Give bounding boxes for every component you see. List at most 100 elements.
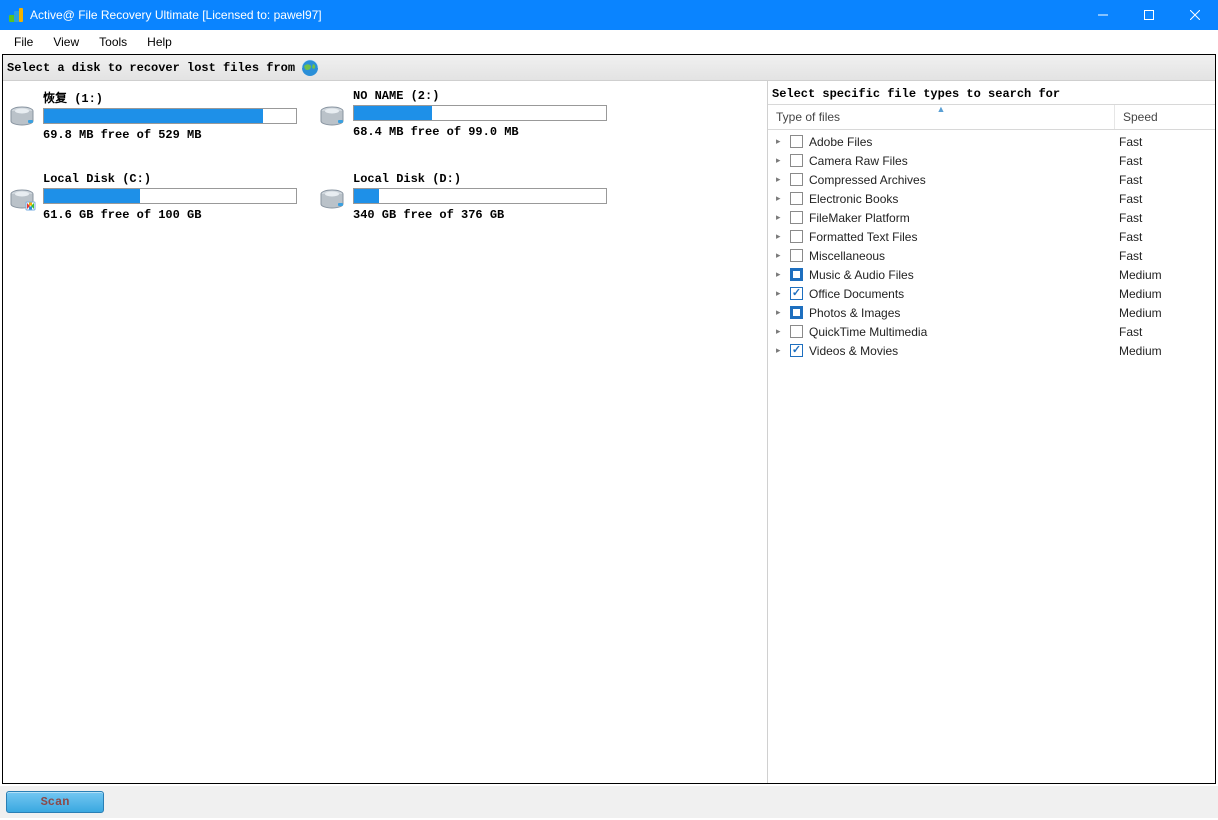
menu-help[interactable]: Help — [137, 32, 182, 52]
file-type-row[interactable]: ▸ FileMaker PlatformFast — [768, 208, 1215, 227]
file-type-speed: Fast — [1119, 325, 1209, 339]
headline-bar: Select a disk to recover lost files from — [3, 55, 1215, 81]
file-type-row[interactable]: ▸Formatted Text FilesFast — [768, 227, 1215, 246]
column-type-label: Type of files — [776, 110, 840, 124]
disk-free-text: 68.4 MB free of 99.0 MB — [353, 125, 607, 139]
maximize-button[interactable] — [1126, 0, 1172, 30]
file-type-checkbox[interactable] — [790, 211, 803, 224]
file-type-row[interactable]: ▸ Compressed ArchivesFast — [768, 170, 1215, 189]
file-type-row[interactable]: ▸ MiscellaneousFast — [768, 246, 1215, 265]
file-type-label: QuickTime Multimedia — [809, 325, 1119, 339]
scan-button[interactable]: Scan — [6, 791, 104, 813]
expand-icon[interactable]: ▸ — [776, 250, 790, 261]
file-type-label: Photos & Images — [809, 306, 1119, 320]
drive-icon — [317, 89, 347, 142]
file-type-label: Videos & Movies — [809, 344, 1119, 358]
file-type-checkbox[interactable] — [790, 249, 803, 262]
expand-icon[interactable]: ▸ — [776, 174, 790, 185]
expand-icon[interactable]: ▸ — [776, 288, 790, 299]
app-icon — [8, 7, 24, 23]
file-types-list: ▸Adobe FilesFast▸Camera Raw FilesFast▸Co… — [768, 130, 1215, 783]
file-types-columns: Type of files ▲ Speed — [768, 105, 1215, 130]
file-type-checkbox[interactable] — [790, 173, 803, 186]
file-type-checkbox[interactable] — [790, 192, 803, 205]
disk-name: NO NAME (2:) — [353, 89, 607, 103]
file-type-row[interactable]: ▸ Electronic BooksFast — [768, 189, 1215, 208]
expand-icon[interactable]: ▸ — [776, 231, 790, 242]
file-types-header: Select specific file types to search for — [768, 81, 1215, 105]
disk-item[interactable]: Local Disk (D:) 340 GB free of 376 GB — [317, 172, 607, 222]
disk-item[interactable]: Local Disk (C:) 61.6 GB free of 100 GB — [7, 172, 297, 222]
usage-bar — [353, 105, 607, 121]
file-type-checkbox[interactable] — [790, 268, 803, 281]
scan-button-label: Scan — [41, 795, 70, 809]
file-type-row[interactable]: ▸ QuickTime MultimediaFast — [768, 322, 1215, 341]
menu-file[interactable]: File — [4, 32, 43, 52]
file-type-label: Compressed Archives — [809, 173, 1119, 187]
column-type[interactable]: Type of files ▲ — [768, 105, 1115, 129]
file-type-label: Miscellaneous — [809, 249, 1119, 263]
usage-bar — [353, 188, 607, 204]
file-type-row[interactable]: ▸ Music & Audio FilesMedium — [768, 265, 1215, 284]
file-type-speed: Medium — [1119, 306, 1209, 320]
expand-icon[interactable]: ▸ — [776, 269, 790, 280]
drive-icon — [7, 172, 37, 222]
window-title: Active@ File Recovery Ultimate [Licensed… — [30, 8, 1080, 22]
disk-item[interactable]: NO NAME (2:) 68.4 MB free of 99.0 MB — [317, 89, 607, 142]
globe-icon — [301, 59, 319, 77]
file-type-label: Electronic Books — [809, 192, 1119, 206]
file-type-speed: Fast — [1119, 249, 1209, 263]
file-type-row[interactable]: ▸ Videos & MoviesMedium — [768, 341, 1215, 360]
expand-icon[interactable]: ▸ — [776, 212, 790, 223]
drive-icon — [7, 89, 37, 142]
file-type-checkbox[interactable] — [790, 306, 803, 319]
file-type-checkbox[interactable] — [790, 154, 803, 167]
file-type-speed: Fast — [1119, 154, 1209, 168]
expand-icon[interactable]: ▸ — [776, 193, 790, 204]
disk-name: Local Disk (D:) — [353, 172, 607, 186]
file-type-speed: Medium — [1119, 344, 1209, 358]
file-type-checkbox[interactable] — [790, 325, 803, 338]
bottom-bar: Scan — [0, 786, 1218, 818]
file-type-speed: Fast — [1119, 211, 1209, 225]
expand-icon[interactable]: ▸ — [776, 307, 790, 318]
file-type-speed: Fast — [1119, 192, 1209, 206]
disk-item[interactable]: 恢复 (1:) 69.8 MB free of 529 MB — [7, 89, 297, 142]
file-type-row[interactable]: ▸ Office DocumentsMedium — [768, 284, 1215, 303]
file-type-checkbox[interactable] — [790, 230, 803, 243]
column-speed[interactable]: Speed — [1115, 105, 1215, 129]
file-type-label: Adobe Files — [809, 135, 1119, 149]
file-type-checkbox[interactable] — [790, 344, 803, 357]
file-type-checkbox[interactable] — [790, 135, 803, 148]
content-frame: Select a disk to recover lost files from — [2, 54, 1216, 784]
file-type-speed: Fast — [1119, 135, 1209, 149]
disk-free-text: 340 GB free of 376 GB — [353, 208, 607, 222]
sort-asc-icon: ▲ — [937, 104, 946, 114]
disk-name: Local Disk (C:) — [43, 172, 297, 186]
usage-bar — [43, 108, 297, 124]
file-type-speed: Fast — [1119, 230, 1209, 244]
expand-icon[interactable]: ▸ — [776, 326, 790, 337]
drive-icon — [317, 172, 347, 222]
file-type-row[interactable]: ▸Camera Raw FilesFast — [768, 151, 1215, 170]
file-types-header-text: Select specific file types to search for — [772, 87, 1060, 101]
file-type-label: FileMaker Platform — [809, 211, 1119, 225]
expand-icon[interactable]: ▸ — [776, 345, 790, 356]
file-types-panel: Select specific file types to search for… — [767, 81, 1215, 783]
expand-icon[interactable]: ▸ — [776, 136, 790, 147]
expand-icon[interactable]: ▸ — [776, 155, 790, 166]
file-type-label: Music & Audio Files — [809, 268, 1119, 282]
file-type-speed: Medium — [1119, 268, 1209, 282]
file-type-speed: Fast — [1119, 173, 1209, 187]
file-type-speed: Medium — [1119, 287, 1209, 301]
file-type-label: Office Documents — [809, 287, 1119, 301]
file-type-row[interactable]: ▸ Adobe FilesFast — [768, 132, 1215, 151]
menu-tools[interactable]: Tools — [89, 32, 137, 52]
close-button[interactable] — [1172, 0, 1218, 30]
disk-list: 恢复 (1:) 69.8 MB free of 529 MB NO NAME (… — [3, 81, 767, 783]
menu-view[interactable]: View — [43, 32, 89, 52]
column-speed-label: Speed — [1123, 110, 1158, 124]
file-type-row[interactable]: ▸ Photos & ImagesMedium — [768, 303, 1215, 322]
file-type-checkbox[interactable] — [790, 287, 803, 300]
minimize-button[interactable] — [1080, 0, 1126, 30]
